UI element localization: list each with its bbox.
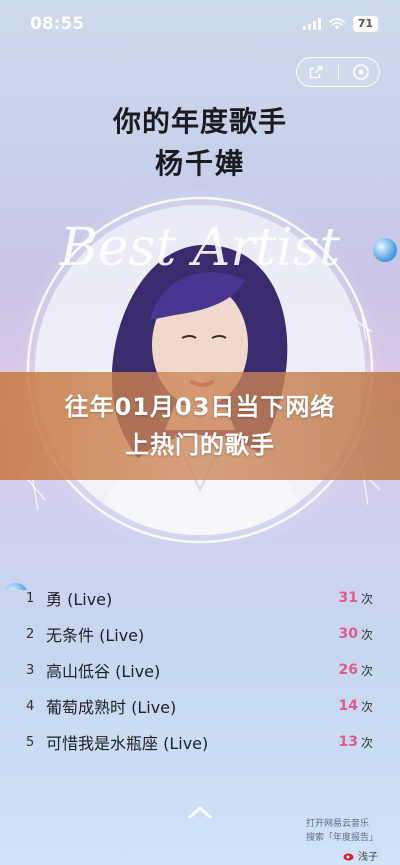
track-row[interactable]: 4 葡萄成熟时 (Live) 14 次 — [0, 688, 400, 724]
play-count: 31 — [338, 590, 358, 606]
play-count-unit: 次 — [360, 591, 373, 606]
track-title: 葡萄成熟时 (Live) — [46, 698, 177, 717]
more-button[interactable] — [346, 59, 376, 85]
pill-divider — [337, 64, 339, 80]
track-title: 勇 (Live) — [46, 590, 113, 609]
track-rank: 5 — [26, 734, 35, 750]
watermark-text: 浅子 — [358, 852, 378, 863]
track-row[interactable]: 1 勇 (Live) 31 次 — [0, 580, 400, 616]
play-count: 13 — [338, 734, 358, 750]
footer-line-1: 打开网易云音乐 — [305, 819, 369, 829]
track-rank: 3 — [26, 662, 35, 678]
track-row[interactable]: 3 高山低谷 (Live) 26 次 — [0, 652, 400, 688]
share-button[interactable] — [301, 59, 331, 85]
track-row[interactable]: 2 无条件 (Live) 30 次 — [0, 616, 400, 652]
play-count-unit: 次 — [360, 663, 373, 678]
track-rank: 1 — [26, 590, 35, 606]
chevron-up-icon[interactable] — [184, 802, 216, 822]
track-rank: 4 — [26, 698, 35, 714]
script-title: Best Artist — [59, 218, 341, 278]
play-count-unit: 次 — [360, 735, 373, 750]
banner-line-1: 往年01月03日当下网络 — [64, 393, 336, 421]
weibo-icon — [343, 853, 354, 860]
play-count: 30 — [338, 626, 358, 642]
wifi-icon — [328, 18, 345, 30]
track-rank: 2 — [26, 626, 35, 642]
decor-ball — [373, 238, 397, 262]
battery-icon: 71 — [352, 16, 378, 32]
play-count: 26 — [338, 662, 358, 678]
track-title: 无条件 (Live) — [46, 626, 145, 645]
headline-banner: 往年01月03日当下网络 上热门的歌手 — [0, 372, 400, 480]
track-title: 高山低谷 (Live) — [46, 662, 161, 681]
play-count-unit: 次 — [360, 699, 373, 714]
status-bar: 08:55 71 — [0, 0, 400, 50]
share-icon — [309, 65, 322, 79]
watermark: 浅子 — [343, 848, 378, 863]
play-count: 14 — [338, 698, 358, 714]
track-title: 可惜我是水瓶座 (Live) — [46, 734, 209, 753]
track-row[interactable]: 5 可惜我是水瓶座 (Live) 13 次 — [0, 724, 400, 760]
status-time: 08:55 — [30, 14, 85, 34]
more-icon — [352, 64, 369, 80]
banner-line-2: 上热门的歌手 — [125, 431, 275, 459]
signal-icon — [302, 18, 321, 30]
status-icons: 71 — [302, 16, 378, 32]
footer-note: 打开网易云音乐 搜索「年度报告」 — [306, 817, 378, 845]
play-count-unit: 次 — [360, 627, 373, 642]
action-pill — [296, 57, 380, 87]
page-title: 你的年度歌手 — [112, 105, 287, 138]
footer-line-2: 搜索「年度报告」 — [305, 833, 378, 843]
